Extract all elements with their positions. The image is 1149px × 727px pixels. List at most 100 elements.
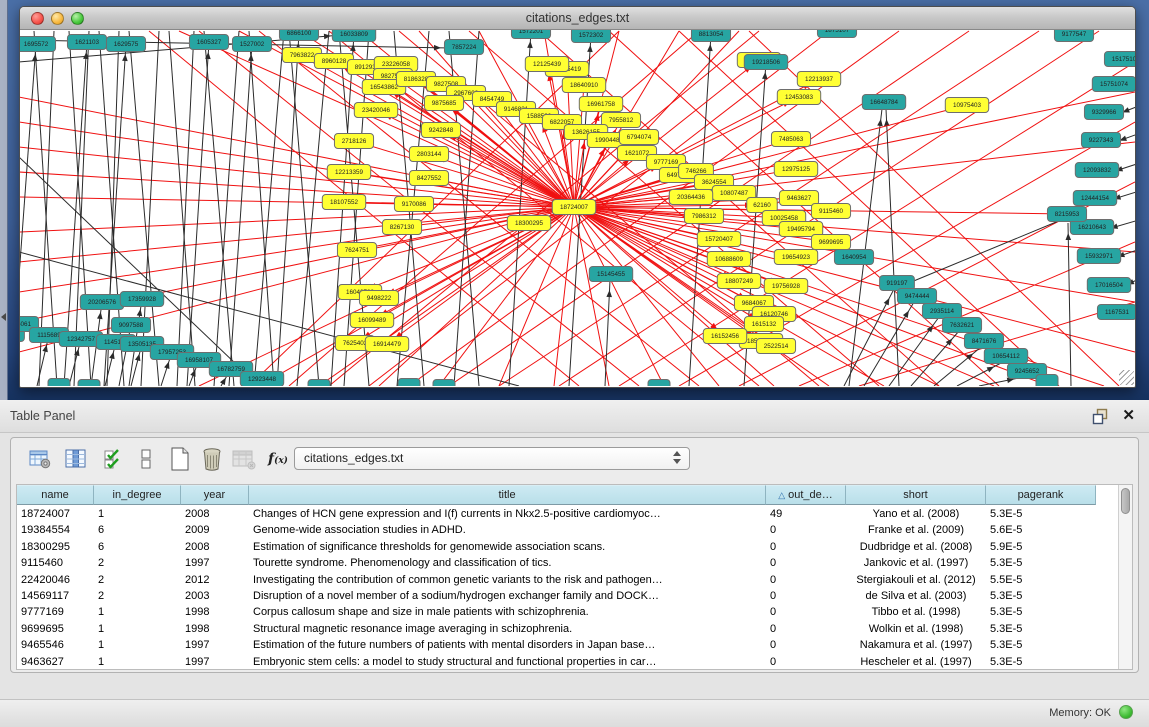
graph-node-yellow[interactable]: 12975125 [774,162,817,177]
float-window-icon[interactable] [1092,408,1109,425]
graph-node-teal[interactable]: 1695572 [20,37,56,52]
graph-node-teal[interactable]: 1629575 [106,37,145,52]
graph-node-teal[interactable]: 7632621 [942,318,981,333]
graph-node-teal[interactable]: 1527002 [232,37,271,52]
graph-node-teal[interactable]: 1572201 [511,30,550,39]
column-header-title[interactable]: title [249,485,766,505]
row-height-icon[interactable] [133,446,159,472]
graph-node-yellow[interactable]: 9115460 [811,204,850,219]
graph-node-teal[interactable] [78,380,100,387]
graph-node-teal[interactable]: 1605327 [189,35,228,50]
graph-node-yellow[interactable]: 2718126 [334,134,373,149]
graph-node-yellow[interactable]: 15720407 [697,232,740,247]
table-row[interactable]: 1830029562008Estimation of significance … [17,539,1097,555]
graph-node-yellow[interactable]: 6794074 [619,130,658,145]
table-selector-dropdown[interactable]: citations_edges.txt [294,447,690,470]
graph-node-teal[interactable]: 10654112 [984,349,1027,364]
canvas-resize-grip[interactable] [1119,370,1134,385]
scrollbar-thumb[interactable] [1121,488,1130,514]
column-header-name[interactable]: name [17,485,94,505]
graph-node-teal[interactable]: 8215953 [1047,207,1086,222]
graph-node-yellow[interactable]: 12125439 [525,57,568,72]
graph-node-teal[interactable]: 8471676 [964,334,1003,349]
graph-node-yellow[interactable]: 9699695 [811,235,850,250]
graph-node-teal[interactable] [433,380,455,387]
table-settings-icon[interactable] [27,446,53,472]
graph-node-teal[interactable]: 1572302 [571,30,610,43]
graph-node-teal[interactable]: 8813054 [691,30,730,42]
graph-node-teal[interactable]: 9177547 [1054,30,1093,42]
graph-node-yellow[interactable]: 18640910 [562,78,605,93]
table-row[interactable]: 911546021997Tourette syndrome. Phenomeno… [17,555,1097,571]
graph-node-teal[interactable]: 12093832 [1075,163,1118,178]
table-row[interactable]: 1938455462009Genome-wide association stu… [17,522,1097,538]
graph-node-teal[interactable] [48,379,70,387]
graph-node-teal[interactable]: 9227343 [1081,133,1120,148]
table-row[interactable]: 977716911998Corpus callosum shape and si… [17,604,1097,620]
graph-node-yellow[interactable]: 2522514 [756,339,795,354]
column-header-pagerank[interactable]: pagerank [986,485,1096,505]
graph-node-yellow[interactable]: 10688609 [707,252,750,267]
graph-node-teal[interactable]: 7857224 [444,40,483,55]
graph-node-yellow[interactable]: 18807249 [717,274,760,289]
column-header-short[interactable]: short [846,485,986,505]
graph-node-teal[interactable]: 1621103 [67,35,106,50]
graph-node-teal[interactable]: 12444154 [1073,191,1116,206]
graph-node-teal[interactable] [308,380,330,387]
graph-node-yellow[interactable]: 7485063 [771,132,810,147]
graph-node-yellow[interactable]: 12453083 [777,90,820,105]
graph-node-yellow[interactable]: 1615132 [744,317,783,332]
graph-node-teal[interactable]: 15932971 [1077,249,1120,264]
column-header-year[interactable]: year [181,485,249,505]
table-vertical-scrollbar[interactable] [1118,485,1132,669]
graph-node-yellow[interactable]: 16099489 [350,313,393,328]
delete-table-icon[interactable] [199,446,225,472]
graph-node-teal[interactable]: 16648784 [862,95,905,110]
collapse-left-panel-icon[interactable] [1,313,6,321]
graph-node-yellow[interactable]: 2803144 [409,147,448,162]
graph-node-yellow[interactable]: 18724007 [552,200,595,215]
graph-node-teal[interactable]: 20206576 [80,295,123,310]
graph-node-teal[interactable]: 1517510 [1104,52,1135,67]
graph-node-teal[interactable]: 9097588 [111,318,150,333]
column-header-in_degree[interactable]: in_degree [94,485,181,505]
graph-node-yellow[interactable]: 16961758 [579,97,622,112]
graph-node-yellow[interactable]: 9875685 [424,96,463,111]
table-row[interactable]: 946554611997Estimation of the future num… [17,637,1097,653]
table-row[interactable]: 2242004622012Investigating the contribut… [17,572,1097,588]
citation-network-graph[interactable]: 1872400718300295796382289601288912934232… [20,30,1135,386]
graph-node-teal[interactable] [648,380,670,387]
graph-node-teal[interactable]: 1875107 [817,30,856,38]
close-icon[interactable]: ✕ [1122,406,1135,424]
graph-node-teal[interactable]: 17016504 [1087,278,1130,293]
graph-node-yellow[interactable]: 19654923 [774,250,817,265]
graph-node-teal[interactable]: 15751074 [1092,77,1135,92]
table-row[interactable]: 1872400712008Changes of HCN gene express… [17,506,1097,522]
graph-node-yellow[interactable]: 20364436 [669,190,712,205]
graph-node-yellow[interactable]: 7986312 [684,209,723,224]
graph-node-yellow[interactable]: 9170086 [394,197,433,212]
graph-node-teal[interactable]: 12923448 [240,372,283,387]
select-rows-icon[interactable] [101,446,127,472]
graph-node-teal[interactable]: 9474444 [897,289,936,304]
graph-node-teal[interactable]: 9329966 [1084,105,1123,120]
graph-node-yellow[interactable]: 23420046 [354,103,397,118]
graph-node-yellow[interactable]: 7624751 [337,243,376,258]
graph-node-yellow[interactable]: 9463627 [779,191,818,206]
table-row[interactable]: 1456911722003Disruption of a novel membe… [17,588,1097,604]
graph-node-teal[interactable]: 1640954 [834,250,873,265]
graph-node-yellow[interactable]: 16152456 [703,329,746,344]
graph-node-yellow[interactable]: 19756928 [764,279,807,294]
graph-node-teal[interactable]: 19218506 [744,55,787,70]
network-window-titlebar[interactable]: citations_edges.txt [20,7,1135,30]
table-row[interactable]: 969969511998Structural magnetic resonanc… [17,621,1097,637]
network-canvas[interactable]: 1872400718300295796382289601288912934232… [20,30,1135,386]
graph-node-yellow[interactable]: 8427552 [409,171,448,186]
show-column-icon[interactable] [63,446,89,472]
graph-node-yellow[interactable]: 18300295 [507,216,550,231]
table-row[interactable]: 946362711997Embryonic stem cells: a mode… [17,654,1097,670]
graph-node-teal[interactable] [398,379,420,387]
graph-node-yellow[interactable]: 8267130 [382,220,421,235]
graph-node-teal[interactable]: 16033809 [332,30,375,42]
graph-node-teal[interactable]: 15145455 [589,267,632,282]
